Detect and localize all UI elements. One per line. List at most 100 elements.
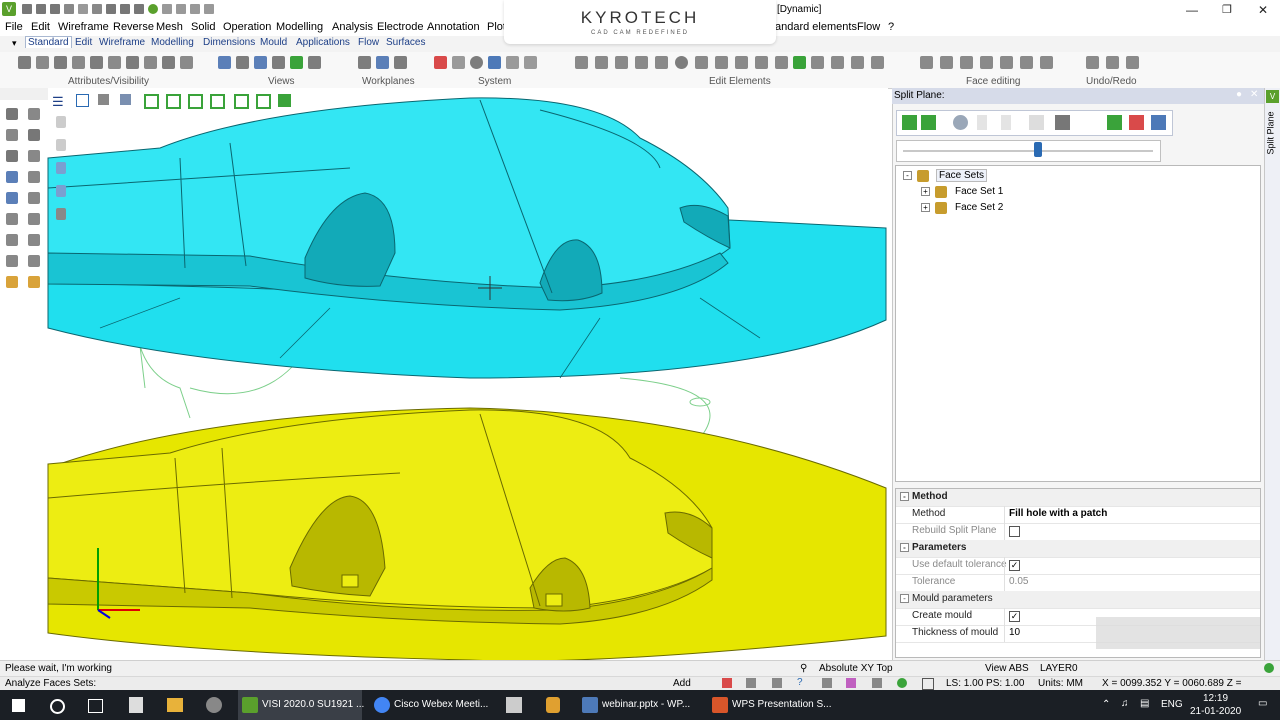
kit-tool-icon[interactable] (6, 276, 18, 288)
workplane-set-icon[interactable] (394, 56, 407, 69)
redo-icon[interactable] (190, 4, 200, 14)
offset-icon[interactable] (735, 56, 748, 69)
menu-file[interactable]: File (5, 21, 23, 33)
ribbon-collapse-icon[interactable]: ▾ (12, 38, 17, 49)
tab-standard[interactable]: Standard (25, 36, 72, 48)
menu-analysis[interactable]: Analysis (332, 21, 373, 33)
section-mould-parameters[interactable]: - Mould parameters (896, 591, 1260, 609)
minimize-icon[interactable]: — (1186, 3, 1198, 17)
method-value[interactable]: Fill hole with a patch (1009, 508, 1107, 519)
network-icon[interactable]: ▤ (1140, 698, 1149, 709)
layer-slot-2-icon[interactable] (56, 139, 66, 151)
slider-thumb[interactable] (1034, 142, 1042, 157)
cycle-status-icon[interactable] (897, 678, 907, 688)
tab-mould[interactable]: Mould (258, 37, 289, 48)
layer-icon[interactable] (72, 56, 85, 69)
section-tool-icon[interactable] (28, 213, 40, 225)
clock-time[interactable]: 12:19 (1203, 693, 1228, 704)
grid-icon[interactable] (452, 56, 465, 69)
default-tolerance-checkbox[interactable]: ✓ (1009, 560, 1020, 571)
corner-tool-icon[interactable] (28, 234, 40, 246)
create-mould-checkbox[interactable]: ✓ (1009, 611, 1020, 622)
tray-chevron-icon[interactable]: ⌃ (1102, 699, 1110, 710)
section-toggle-icon[interactable]: - (900, 492, 909, 501)
render-icon[interactable] (134, 4, 144, 14)
collapse-icon[interactable]: - (903, 171, 912, 180)
menu-help[interactable]: ? (888, 21, 894, 33)
menu-standard-elements[interactable]: andard elements (775, 21, 857, 33)
break-icon[interactable] (851, 56, 864, 69)
clock-date[interactable]: 21-01-2020 (1190, 706, 1241, 717)
menu-modelling[interactable]: Modelling (276, 21, 323, 33)
blank-icon[interactable] (126, 56, 139, 69)
task-visi[interactable]: VISI 2020.0 SU1921 ... (238, 690, 364, 720)
colour-faces-icon[interactable] (1129, 115, 1144, 130)
calculator-icon[interactable] (488, 56, 501, 69)
app-icon-9[interactable] (546, 697, 560, 713)
model-view[interactable] (0, 88, 888, 660)
cycle-icon[interactable] (1107, 115, 1122, 130)
rotate-element-icon[interactable] (675, 56, 688, 69)
fit-view-icon[interactable] (76, 94, 89, 107)
cube-back-icon[interactable] (234, 94, 249, 109)
open-file-icon[interactable] (36, 4, 46, 14)
tab-dimensions[interactable]: Dimensions (201, 37, 257, 48)
snap-icon[interactable] (746, 678, 756, 688)
redo-ribbon-icon[interactable] (1106, 56, 1119, 69)
cube-bottom-icon[interactable] (256, 94, 271, 109)
spline-tool-icon[interactable] (6, 171, 18, 183)
trim-icon[interactable] (715, 56, 728, 69)
line-tool-icon[interactable] (28, 108, 40, 120)
select-icon[interactable] (6, 108, 18, 120)
attributes-icon[interactable] (18, 56, 31, 69)
grid-icon[interactable] (922, 678, 934, 690)
face-move-icon[interactable] (940, 56, 953, 69)
view-abs[interactable]: View ABS (985, 663, 1029, 674)
paste-icon[interactable] (120, 4, 130, 14)
hide-icon[interactable] (36, 56, 49, 69)
face-extend-icon[interactable] (1000, 56, 1013, 69)
view-rotate-icon[interactable] (290, 56, 303, 69)
swap-icon[interactable] (162, 56, 175, 69)
mirror-icon[interactable] (635, 56, 648, 69)
tree-root-label[interactable]: Face Sets (936, 169, 988, 182)
filter-icon[interactable] (180, 56, 193, 69)
panel-close-icon[interactable]: ✕ (1250, 89, 1258, 100)
panel-slider[interactable] (896, 140, 1161, 162)
face-delete-icon[interactable] (920, 56, 933, 69)
status-globe-icon[interactable] (1264, 663, 1274, 673)
rect-tool-icon[interactable] (6, 129, 18, 141)
volume-icon[interactable]: ♫ (1121, 698, 1129, 709)
show-icon[interactable] (54, 56, 67, 69)
view-mode[interactable]: Absolute XY Top (819, 663, 893, 674)
face-replace-icon[interactable] (980, 56, 993, 69)
tolerance-value[interactable]: 0.05 (1009, 576, 1028, 587)
unblank-icon[interactable] (144, 56, 157, 69)
task-webex[interactable]: Cisco Webex Meeti... (370, 690, 490, 720)
scale-icon[interactable] (655, 56, 668, 69)
view-zoom-icon[interactable] (254, 56, 267, 69)
layer-slot-4-icon[interactable] (56, 185, 66, 197)
layer-slot-3-icon[interactable] (56, 162, 66, 174)
section-toggle-icon[interactable]: - (900, 594, 909, 603)
expand-icon[interactable]: + (921, 203, 930, 212)
save-icon[interactable] (50, 4, 60, 14)
move-icon[interactable] (615, 56, 628, 69)
pin-icon[interactable]: ● (1236, 89, 1242, 100)
undo-icon[interactable] (176, 4, 186, 14)
restore-icon[interactable]: ❐ (1222, 3, 1232, 16)
side-app-icon[interactable]: V (1266, 90, 1279, 103)
new-file-icon[interactable] (22, 4, 32, 14)
view-pan-icon[interactable] (272, 56, 285, 69)
prop-tolerance[interactable]: Tolerance 0.05 (896, 574, 1260, 592)
workplane-icon[interactable] (358, 56, 371, 69)
extend-icon[interactable] (775, 56, 788, 69)
undo-ribbon-icon[interactable] (1086, 56, 1099, 69)
face-offset-icon[interactable] (960, 56, 973, 69)
menu-mesh[interactable]: Mesh (156, 21, 183, 33)
globe-icon[interactable] (148, 4, 158, 14)
workplane-new-icon[interactable] (376, 56, 389, 69)
view-iso-icon[interactable] (218, 56, 231, 69)
check-tool-icon[interactable] (28, 150, 40, 162)
menu-reverse[interactable]: Reverse (113, 21, 154, 33)
